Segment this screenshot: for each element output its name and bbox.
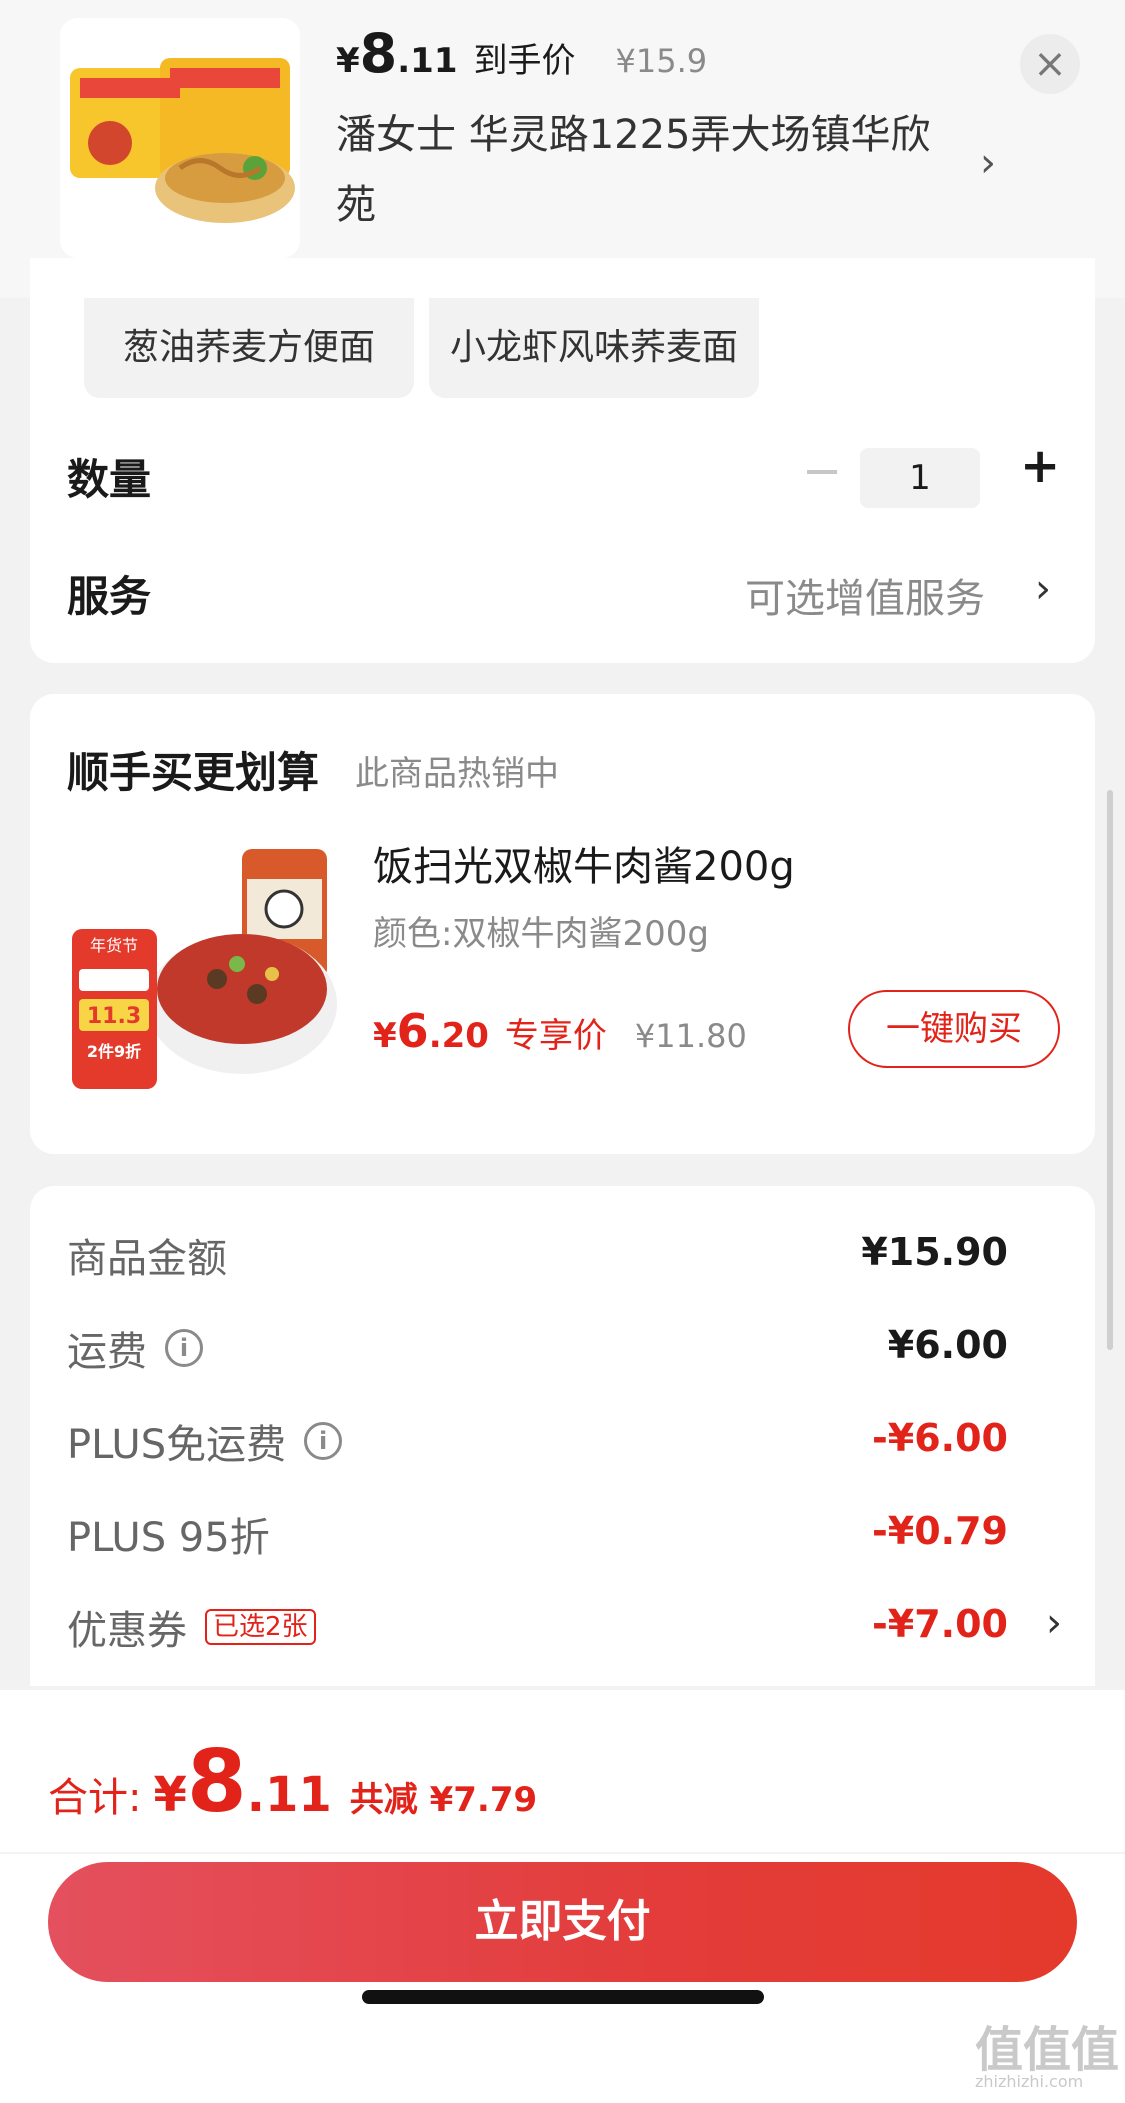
header-price-label: 到手价 (473, 41, 576, 81)
shipping-value: ¥6.00 (887, 1323, 1008, 1367)
divider (0, 1852, 1125, 1854)
checkout-bar: 合计: ¥ 8 .11 共减 ¥7.79 立即支付 (0, 1690, 1125, 2103)
goods-amount-value: ¥15.90 (861, 1230, 1008, 1274)
fee-row-coupon[interactable]: 优惠券 已选2张 -¥7.00 › (67, 1598, 1072, 1658)
variant-chip[interactable]: 小龙虾风味荞麦面 (429, 298, 759, 398)
quantity-label: 数量 (67, 455, 152, 504)
fee-row-plus-discount: PLUS 95折 -¥0.79 (67, 1505, 1072, 1565)
fee-row-shipping: 运费 i ¥6.00 (67, 1319, 1072, 1379)
total-amount: 合计: ¥ 8 .11 共减 ¥7.79 (48, 1732, 537, 1832)
chevron-right-icon[interactable]: › (1046, 1600, 1062, 1646)
options-card: 葱油荞麦方便面 小龙虾风味荞麦面 数量 − 1 + 服务 可选增值服务 › (30, 258, 1095, 663)
quantity-plus-button[interactable]: + (1020, 438, 1060, 494)
product-thumbnail (60, 18, 300, 258)
recommend-product-image[interactable]: 年货节 11.3 2件9折 (67, 839, 337, 1109)
service-hint[interactable]: 可选增值服务 (745, 566, 985, 624)
quantity-minus-button[interactable]: − (802, 443, 842, 499)
coupon-value: -¥7.00 (872, 1602, 1008, 1646)
total-saved: 共减 ¥7.79 (349, 1780, 538, 1820)
recommend-price-label: 专享价 (504, 1016, 607, 1056)
header-price-int: 8 (359, 22, 398, 85)
info-icon[interactable]: i (304, 1422, 343, 1460)
badge-title-text: 年货节 (90, 936, 138, 955)
recommend-price: ¥ 6 .20 专享价 ¥11.80 (373, 1004, 747, 1058)
header-original-price: ¥15.9 (615, 42, 708, 80)
badge-price-text: 11.3 (87, 1004, 141, 1029)
plus-discount-label: PLUS 95折 (67, 1515, 270, 1561)
badge-discount-text: 2件9折 (87, 1042, 141, 1061)
header-price: ¥ 8 .11 到手价 ¥15.9 (336, 22, 707, 92)
total-label: 合计: (48, 1775, 142, 1821)
plus-free-shipping-label: PLUS免运费 (67, 1422, 287, 1468)
plus-free-label-group: PLUS免运费 i (67, 1412, 343, 1470)
recommend-original-price: ¥11.80 (634, 1017, 747, 1055)
watermark-url: zhizhizhi.com (975, 2072, 1084, 2091)
shipping-label: 运费 (67, 1329, 147, 1375)
header-price-dec: .11 (397, 41, 458, 81)
coupon-label-group: 优惠券 已选2张 (67, 1598, 316, 1656)
recommend-product-spec: 颜色:双椒牛肉酱200g (373, 914, 709, 954)
plus-free-shipping-value: -¥6.00 (872, 1416, 1008, 1460)
goods-amount-label: 商品金额 (67, 1236, 227, 1282)
fee-row-plus-free: PLUS免运费 i -¥6.00 (67, 1412, 1072, 1472)
fee-row-goods: 商品金额 ¥15.90 (67, 1226, 1072, 1286)
home-indicator[interactable] (362, 1990, 764, 2004)
fee-breakdown-card: 商品金额 ¥15.90 运费 i ¥6.00 PLUS免运费 i -¥6.00 … (30, 1186, 1095, 1686)
recommend-card: 顺手买更划算 此商品热销中 年货节 11.3 2件9折 饭扫光双椒牛肉酱200g… (30, 694, 1095, 1154)
plus-discount-value: -¥0.79 (872, 1509, 1008, 1553)
coupon-label: 优惠券 (67, 1608, 187, 1654)
recommend-product-name[interactable]: 饭扫光双椒牛肉酱200g (373, 834, 795, 892)
chevron-right-icon[interactable]: › (980, 140, 996, 186)
total-dec: .11 (246, 1767, 332, 1823)
info-icon[interactable]: i (165, 1329, 203, 1367)
product-summary-header: ¥ 8 .11 到手价 ¥15.9 潘女士 华灵路1225弄大场镇华欣苑 › × (0, 0, 1125, 298)
watermark-logo: 值值值 (975, 2022, 1120, 2078)
recommend-price-dec: .20 (428, 1016, 489, 1056)
recommend-title: 顺手买更划算 (67, 748, 320, 797)
chevron-right-icon[interactable]: › (1035, 566, 1051, 612)
total-int: 8 (186, 1732, 247, 1832)
coupon-selected-badge: 已选2张 (205, 1609, 316, 1645)
total-yen: ¥ (153, 1767, 187, 1823)
recommend-price-int: 6 (396, 1004, 429, 1058)
variant-chip[interactable]: 葱油荞麦方便面 (84, 298, 414, 398)
scrollbar[interactable] (1107, 790, 1113, 1350)
close-icon[interactable]: × (1020, 34, 1080, 94)
shipping-label-group: 运费 i (67, 1319, 203, 1377)
header-price-yen: ¥ (336, 41, 360, 81)
delivery-address[interactable]: 潘女士 华灵路1225弄大场镇华欣苑 (336, 100, 956, 240)
pay-now-button[interactable]: 立即支付 (48, 1862, 1077, 1982)
recommend-price-yen: ¥ (373, 1016, 397, 1056)
service-label: 服务 (67, 572, 152, 621)
recommend-subtitle: 此商品热销中 (355, 754, 559, 794)
one-click-buy-button[interactable]: 一键购买 (848, 990, 1060, 1068)
quantity-input[interactable]: 1 (860, 448, 980, 508)
